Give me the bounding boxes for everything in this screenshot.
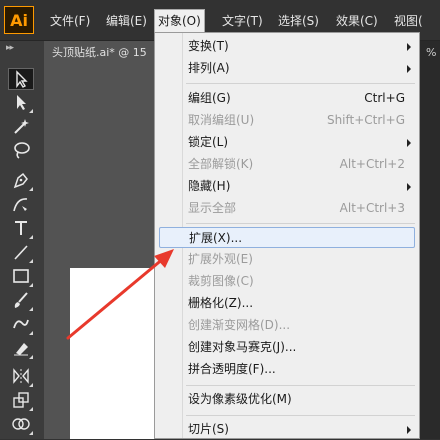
artboard[interactable] xyxy=(70,268,154,439)
direct-selection-tool-icon[interactable] xyxy=(8,92,34,114)
paintbrush-tool-icon[interactable] xyxy=(8,290,34,312)
menu-item-slice[interactable]: 切片(S) xyxy=(159,419,415,440)
submenu-arrow-icon xyxy=(407,43,411,51)
collapse-panel-icon[interactable]: ▸▸ xyxy=(6,43,14,53)
menu-object[interactable]: 对象(O) xyxy=(154,9,205,32)
menu-item-shortcut: Alt+Ctrl+2 xyxy=(339,157,405,171)
menu-item-ungroup[interactable]: 取消编组(U) Shift+Ctrl+G xyxy=(159,110,415,131)
menu-item-shortcut: Alt+Ctrl+3 xyxy=(339,201,405,215)
menu-item-label: 编组(G) xyxy=(188,91,231,105)
submenu-arrow-icon xyxy=(407,65,411,73)
menu-item-rasterize[interactable]: 栅格化(Z)... xyxy=(159,293,415,314)
menu-item-label: 创建渐变网格(D)... xyxy=(188,318,291,332)
menu-item-label: 设为像素级优化(M) xyxy=(188,392,292,406)
rectangle-tool-icon[interactable] xyxy=(8,266,34,288)
eraser-tool-icon[interactable] xyxy=(8,338,34,360)
menu-item-label: 扩展外观(E) xyxy=(188,252,253,266)
menu-view[interactable]: 视图( xyxy=(392,10,425,32)
line-segment-tool-icon[interactable] xyxy=(8,242,34,264)
menu-item-label: 隐藏(H) xyxy=(188,179,231,193)
curvature-tool-icon[interactable] xyxy=(8,194,34,216)
menu-item-create-object-mosaic[interactable]: 创建对象马赛克(J)... xyxy=(159,337,415,358)
submenu-arrow-icon xyxy=(407,183,411,191)
menu-item-label: 拼合透明度(F)... xyxy=(188,362,276,376)
right-panel xyxy=(420,41,440,439)
menu-item-label: 扩展(X)... xyxy=(189,231,243,245)
lasso-tool-icon[interactable] xyxy=(8,140,34,162)
menu-item-label: 全部解锁(K) xyxy=(188,157,254,171)
menu-item-arrange[interactable]: 排列(A) xyxy=(159,58,415,79)
free-transform-tool-icon[interactable] xyxy=(8,390,34,412)
menu-item-lock[interactable]: 锁定(L) xyxy=(159,132,415,153)
selection-tool-icon[interactable] xyxy=(8,68,34,90)
menu-file[interactable]: 文件(F) xyxy=(48,10,92,32)
magic-wand-tool-icon[interactable] xyxy=(8,116,34,138)
menu-item-create-gradient-mesh[interactable]: 创建渐变网格(D)... xyxy=(159,315,415,336)
submenu-arrow-icon xyxy=(407,426,411,434)
menu-item-label: 裁剪图像(C) xyxy=(188,274,254,288)
menu-item-label: 排列(A) xyxy=(188,61,230,75)
rotate-tool-icon[interactable] xyxy=(8,366,34,388)
menu-item-label: 显示全部 xyxy=(188,201,237,215)
menu-item-label: 创建对象马赛克(J)... xyxy=(188,340,297,354)
type-tool-icon[interactable] xyxy=(8,218,34,240)
menu-item-hide[interactable]: 隐藏(H) xyxy=(159,176,415,197)
menu-item-label: 变换(T) xyxy=(188,39,229,53)
menu-item-expand[interactable]: 扩展(X)... xyxy=(159,227,415,248)
menu-item-group[interactable]: 编组(G) Ctrl+G xyxy=(159,88,415,109)
menu-effect[interactable]: 效果(C) xyxy=(334,10,380,32)
menu-edit[interactable]: 编辑(E) xyxy=(104,10,149,32)
zoom-percent: % xyxy=(426,46,437,59)
menu-separator xyxy=(186,223,415,224)
shaper-tool-icon[interactable] xyxy=(8,314,34,336)
document-tab[interactable]: 头顶贴纸.ai* @ 15 xyxy=(44,41,154,65)
shape-builder-tool-icon[interactable] xyxy=(8,414,34,436)
menu-separator xyxy=(186,83,415,84)
menu-item-unlock-all[interactable]: 全部解锁(K) Alt+Ctrl+2 xyxy=(159,154,415,175)
menu-item-label: 取消编组(U) xyxy=(188,113,255,127)
menu-type[interactable]: 文字(T) xyxy=(220,10,265,32)
menu-item-make-pixel-perfect[interactable]: 设为像素级优化(M) xyxy=(159,389,415,410)
menu-item-label: 切片(S) xyxy=(188,422,229,436)
menu-item-crop-image[interactable]: 裁剪图像(C) xyxy=(159,271,415,292)
menu-item-label: 锁定(L) xyxy=(188,135,229,149)
menu-item-flatten-transparency[interactable]: 拼合透明度(F)... xyxy=(159,359,415,380)
menu-item-shortcut: Shift+Ctrl+G xyxy=(326,113,405,127)
menu-select[interactable]: 选择(S) xyxy=(276,10,321,32)
menu-separator xyxy=(186,385,415,386)
menu-item-show-all[interactable]: 显示全部 Alt+Ctrl+3 xyxy=(159,198,415,219)
app-logo: Ai xyxy=(4,6,34,34)
menu-item-expand-appearance[interactable]: 扩展外观(E) xyxy=(159,249,415,270)
pen-tool-icon[interactable] xyxy=(8,170,34,192)
menu-item-shortcut: Ctrl+G xyxy=(364,91,405,105)
object-menu-dropdown: 变换(T) 排列(A) 编组(G) Ctrl+G 取消编组(U) Shift+C… xyxy=(154,32,420,439)
submenu-arrow-icon xyxy=(407,139,411,147)
menu-item-transform[interactable]: 变换(T) xyxy=(159,36,415,57)
menu-item-label: 栅格化(Z)... xyxy=(188,296,254,310)
menu-separator xyxy=(186,415,415,416)
